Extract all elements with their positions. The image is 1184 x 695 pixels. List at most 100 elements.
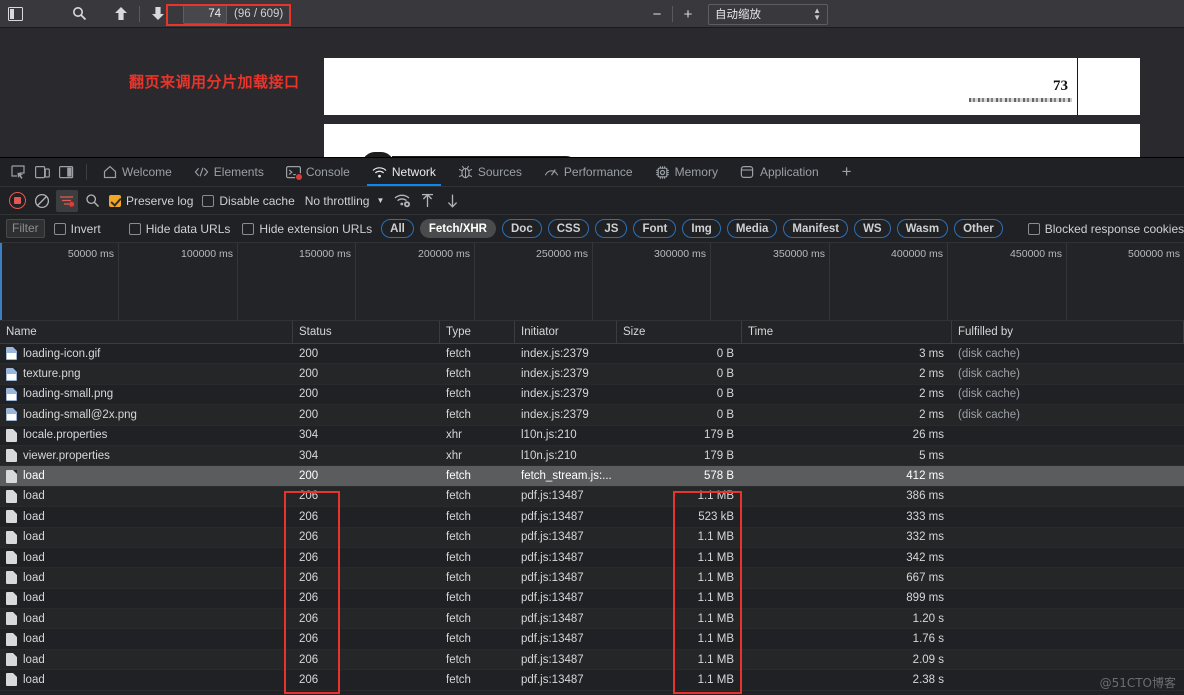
table-row[interactable]: loading-icon.gif 200 fetch index.js:2379 0 B…	[0, 344, 1184, 365]
dock-side-icon[interactable]	[54, 161, 78, 183]
document-file-icon	[6, 551, 17, 565]
cell-time: 332 ms	[906, 531, 944, 544]
initiator-link[interactable]: l10n.js:210	[521, 429, 577, 441]
device-toolbar-icon[interactable]	[30, 161, 54, 183]
tab-console[interactable]: Console	[275, 158, 361, 186]
hide-extension-urls-checkbox[interactable]: Hide extension URLs	[239, 222, 375, 236]
network-conditions-button[interactable]	[391, 190, 413, 212]
cell-time: 412 ms	[906, 470, 944, 483]
invert-checkbox[interactable]: Invert	[51, 222, 104, 236]
type-chip-fetch-xhr[interactable]: Fetch/XHR	[419, 219, 496, 238]
column-header-type[interactable]: Type	[440, 321, 515, 343]
tab-application[interactable]: Application	[729, 158, 830, 186]
preserve-log-checkbox[interactable]: Preserve log	[106, 194, 196, 208]
tab-elements-label: Elements	[213, 165, 264, 179]
disable-cache-checkbox[interactable]: Disable cache	[199, 194, 297, 208]
table-row[interactable]: load 206 fetch pdf.js:13487 1.1 MB 1.20 s	[0, 609, 1184, 630]
initiator-link[interactable]: fetch_stream.js:...	[521, 470, 612, 482]
cell-status: 206	[299, 653, 319, 666]
next-page-icon[interactable]	[145, 3, 171, 25]
column-header-fulfilled-by[interactable]: Fulfilled by	[952, 321, 1184, 343]
initiator-link[interactable]: pdf.js:13487	[521, 490, 584, 502]
clear-button[interactable]	[31, 190, 53, 212]
type-chip-wasm[interactable]: Wasm	[896, 219, 949, 238]
page-number-input[interactable]: 74	[183, 3, 227, 24]
initiator-link[interactable]: pdf.js:13487	[521, 511, 584, 523]
type-chip-img[interactable]: Img	[682, 219, 721, 238]
type-chip-font[interactable]: Font	[633, 219, 677, 238]
tab-welcome[interactable]: Welcome	[91, 158, 183, 186]
table-row[interactable]: load 206 fetch pdf.js:13487 1.1 MB 342 ms	[0, 547, 1184, 569]
table-row[interactable]: load 206 fetch pdf.js:13487 1.1 MB 1.76 s	[0, 629, 1184, 650]
type-chip-ws[interactable]: WS	[854, 219, 891, 238]
table-row[interactable]: loading-small@2x.png 200 fetch index.js:237…	[0, 405, 1184, 426]
table-row[interactable]: load 206 fetch pdf.js:13487 1.1 MB 2.09 s	[0, 649, 1184, 671]
sidebar-toggle-icon[interactable]	[2, 3, 28, 25]
throttling-select[interactable]: No throttling ▼	[301, 194, 389, 208]
initiator-link[interactable]: index.js:2379	[521, 368, 589, 380]
tab-sources[interactable]: Sources	[447, 158, 533, 186]
table-row[interactable]: texture.png 200 fetch index.js:2379 0 B 2 ms (…	[0, 364, 1184, 385]
type-chip-media[interactable]: Media	[726, 219, 778, 238]
table-row[interactable]: load 206 fetch pdf.js:13487 1.1 MB 667 ms	[0, 568, 1184, 589]
type-chip-doc[interactable]: Doc	[502, 219, 542, 238]
initiator-link[interactable]: pdf.js:13487	[521, 654, 584, 666]
network-timeline-overview[interactable]: 50000 ms 100000 ms 150000 ms 200000 ms 25000…	[0, 243, 1184, 321]
initiator-link[interactable]: pdf.js:13487	[521, 633, 584, 645]
inspect-element-icon[interactable]	[6, 161, 30, 183]
blocked-response-cookies-checkbox[interactable]: Blocked response cookies	[1025, 222, 1184, 236]
tab-performance[interactable]: Performance	[533, 158, 644, 186]
search-button[interactable]	[81, 190, 103, 212]
initiator-link[interactable]: pdf.js:13487	[521, 674, 584, 686]
table-row[interactable]: load 206 fetch pdf.js:13487 523 kB 333 ms	[0, 507, 1184, 528]
type-chip-other[interactable]: Other	[954, 219, 1003, 238]
table-row[interactable]: viewer.properties 304 xhr l10n.js:210 179 B 5…	[0, 445, 1184, 467]
initiator-link[interactable]: pdf.js:13487	[521, 572, 584, 584]
previous-page-icon[interactable]	[108, 3, 134, 25]
type-chip-all[interactable]: All	[381, 219, 414, 238]
tab-elements[interactable]: Elements	[183, 158, 275, 186]
initiator-link[interactable]: index.js:2379	[521, 388, 589, 400]
column-header-name[interactable]: Name	[0, 321, 293, 343]
export-har-button[interactable]	[441, 190, 463, 212]
hide-data-urls-checkbox[interactable]: Hide data URLs	[126, 222, 234, 236]
table-row[interactable]: loading-small.png 200 fetch index.js:2379 0 …	[0, 384, 1184, 406]
cell-initiator: index.js:2379	[515, 405, 617, 424]
initiator-link[interactable]: index.js:2379	[521, 409, 589, 421]
type-chip-css[interactable]: CSS	[547, 219, 590, 238]
table-row[interactable]: load 206 fetch pdf.js:13487 1.1 MB 2.38 s	[0, 670, 1184, 691]
cell-size: 179 B	[703, 449, 734, 462]
record-button[interactable]	[6, 190, 28, 212]
tab-memory[interactable]: Memory	[644, 158, 729, 186]
pdf-viewport[interactable]: 翻页来调用分片加载接口 73 运动生理学	[0, 28, 1184, 157]
network-table-body[interactable]: loading-icon.gif 200 fetch index.js:2379 0 B…	[0, 344, 1184, 691]
type-chip-manifest[interactable]: Manifest	[783, 219, 849, 238]
column-header-initiator[interactable]: Initiator	[515, 321, 617, 343]
zoom-out-button[interactable]: −	[645, 3, 669, 25]
column-header-time[interactable]: Time	[742, 321, 952, 343]
filter-input[interactable]: Filter	[6, 219, 45, 238]
initiator-link[interactable]: index.js:2379	[521, 348, 589, 360]
zoom-in-button[interactable]: +	[676, 3, 700, 25]
zoom-level-select[interactable]: 自动缩放 ▲ ▼	[708, 3, 828, 25]
column-header-size[interactable]: Size	[617, 321, 742, 343]
type-chip-js[interactable]: JS	[595, 219, 628, 238]
cell-initiator: l10n.js:210	[515, 426, 617, 445]
table-row[interactable]: locale.properties 304 xhr l10n.js:210 179 B 2…	[0, 425, 1184, 446]
initiator-link[interactable]: pdf.js:13487	[521, 592, 584, 604]
page-footer-text-smear	[969, 98, 1072, 102]
table-row[interactable]: load 200 fetch fetch_stream.js:... 578 B 412 …	[0, 466, 1184, 487]
search-icon[interactable]	[66, 3, 92, 25]
import-har-button[interactable]	[416, 190, 438, 212]
initiator-link[interactable]: pdf.js:13487	[521, 531, 584, 543]
initiator-link[interactable]: l10n.js:210	[521, 450, 577, 462]
initiator-link[interactable]: pdf.js:13487	[521, 613, 584, 625]
filter-toggle-button[interactable]	[56, 189, 78, 212]
table-row[interactable]: load 206 fetch pdf.js:13487 1.1 MB 899 ms	[0, 588, 1184, 610]
table-row[interactable]: load 206 fetch pdf.js:13487 1.1 MB 332 ms	[0, 527, 1184, 548]
column-header-status[interactable]: Status	[293, 321, 440, 343]
add-tab-button[interactable]: +	[830, 158, 864, 186]
tab-network[interactable]: Network	[361, 158, 447, 186]
initiator-link[interactable]: pdf.js:13487	[521, 552, 584, 564]
table-row[interactable]: load 206 fetch pdf.js:13487 1.1 MB 386 ms	[0, 486, 1184, 508]
